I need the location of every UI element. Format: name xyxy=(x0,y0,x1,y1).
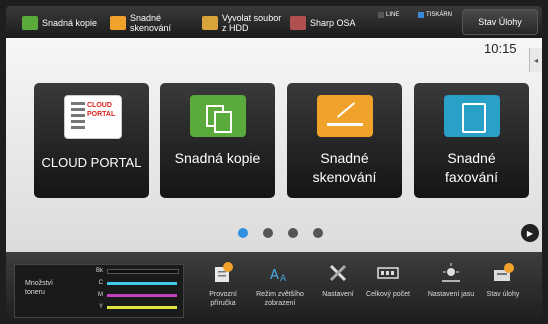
tile-label: Snadné faxování xyxy=(445,150,498,185)
job-status-button[interactable]: Stav Úlohy xyxy=(462,9,538,35)
button-label: Nastavení jasu xyxy=(427,291,475,298)
manual-button[interactable]: Provozní příručka xyxy=(198,258,248,316)
shortcut-sharp-osa[interactable]: Sharp OSA xyxy=(290,10,356,36)
toner-label: Bk xyxy=(95,268,103,274)
fax-icon xyxy=(444,95,500,137)
scan-icon xyxy=(110,16,126,30)
toner-panel: Množství toneru Bk C M Y xyxy=(14,264,184,318)
counter-icon xyxy=(377,267,399,279)
line-indicator: LINE xyxy=(378,12,399,18)
screen: Snadná kopie Snadné skenování Vyvolat so… xyxy=(0,0,548,324)
folder-icon xyxy=(202,16,218,30)
printer-status-icon xyxy=(418,12,424,18)
tile-label: Snadné skenování xyxy=(312,150,377,185)
button-label: Nastavení xyxy=(322,291,354,298)
shortcut-retrieve-hdd[interactable]: Vyvolat soubor z HDD xyxy=(202,10,286,36)
tile-cloud-portal[interactable]: CLOUD PORTAL CLOUD PORTAL xyxy=(34,83,149,198)
scan-icon xyxy=(317,95,373,137)
osa-icon xyxy=(290,16,306,30)
toner-title: Množství toneru xyxy=(25,280,54,296)
home-screen: 10:15 ◂ CLOUD PORTAL CLOUD PORTAL Snadná … xyxy=(6,38,542,252)
page-dot[interactable] xyxy=(263,228,273,238)
button-label: Stav úlohy xyxy=(486,291,520,298)
button-label: Režim zvětšího zobrazení xyxy=(256,291,304,307)
job-status-icon xyxy=(494,263,514,281)
brightness-icon xyxy=(442,263,460,282)
shortcut-easy-scan[interactable]: Snadné skenování xyxy=(110,10,192,36)
enlarge-display-button[interactable]: A A Režim zvětšího zobrazení xyxy=(255,258,305,316)
toner-label: Y xyxy=(98,304,103,310)
toner-row-m: M xyxy=(95,292,177,298)
line-status-icon xyxy=(378,12,384,18)
button-label: Provozní příručka xyxy=(209,291,237,307)
tile-easy-copy[interactable]: Snadná kopie xyxy=(160,83,275,198)
shortcut-label: Snadné skenování xyxy=(130,13,172,33)
toner-bar-cyan xyxy=(107,281,177,285)
page-dot[interactable] xyxy=(313,228,323,238)
toner-label: M xyxy=(98,292,103,298)
clock: 10:15 xyxy=(484,41,517,56)
copy-icon xyxy=(190,95,246,137)
tile-label: Snadná kopie xyxy=(174,150,261,166)
svg-text:A: A xyxy=(270,268,279,283)
button-label: Celkový počet xyxy=(366,291,410,298)
side-panel-tab[interactable]: ◂ xyxy=(529,48,542,72)
page-dot[interactable] xyxy=(238,228,248,238)
printer-indicator: TISKÁRN xyxy=(418,12,452,18)
toner-bar-black xyxy=(107,268,179,274)
settings-tools-icon xyxy=(329,264,347,282)
tile-label: CLOUD PORTAL xyxy=(41,155,142,170)
toner-label: C xyxy=(98,280,103,286)
toner-bar-yellow xyxy=(107,305,177,309)
play-right-icon: ▶ xyxy=(526,228,534,238)
tile-easy-fax[interactable]: Snadné faxování xyxy=(414,83,529,198)
toner-row-c: C xyxy=(95,280,177,286)
job-status-bottom-button[interactable]: Stav úlohy xyxy=(478,258,528,316)
shortcut-easy-copy[interactable]: Snadná kopie xyxy=(22,10,97,36)
line-label: LINE xyxy=(386,12,400,18)
next-page-button[interactable]: ▶ xyxy=(521,224,539,242)
page-dot[interactable] xyxy=(288,228,298,238)
cloud-portal-icon: CLOUD PORTAL xyxy=(64,95,122,139)
copy-icon xyxy=(22,16,38,30)
tile-easy-scan[interactable]: Snadné skenování xyxy=(287,83,402,198)
enlarge-display-icon: A A xyxy=(270,268,287,284)
shortcut-label: Snadná kopie xyxy=(42,18,98,28)
printer-label: TISKÁRN xyxy=(426,12,453,18)
toner-row-y: Y xyxy=(95,304,177,310)
toner-row-bk: Bk xyxy=(95,268,179,274)
toner-bar-magenta xyxy=(107,293,177,297)
bottom-bar: Množství toneru Bk C M Y Provozní příruč… xyxy=(6,252,542,318)
svg-text:A: A xyxy=(280,274,287,284)
top-bar: Snadná kopie Snadné skenování Vyvolat so… xyxy=(6,6,542,38)
shortcut-label: Sharp OSA xyxy=(310,18,356,28)
manual-icon xyxy=(215,262,233,282)
settings-button[interactable]: Nastavení xyxy=(313,258,363,316)
shortcut-label: Vyvolat soubor z HDD xyxy=(222,13,282,33)
chevron-left-icon: ◂ xyxy=(533,55,538,65)
brightness-button[interactable]: Nastavení jasu xyxy=(426,258,476,316)
counter-button[interactable]: Celkový počet xyxy=(363,258,413,316)
